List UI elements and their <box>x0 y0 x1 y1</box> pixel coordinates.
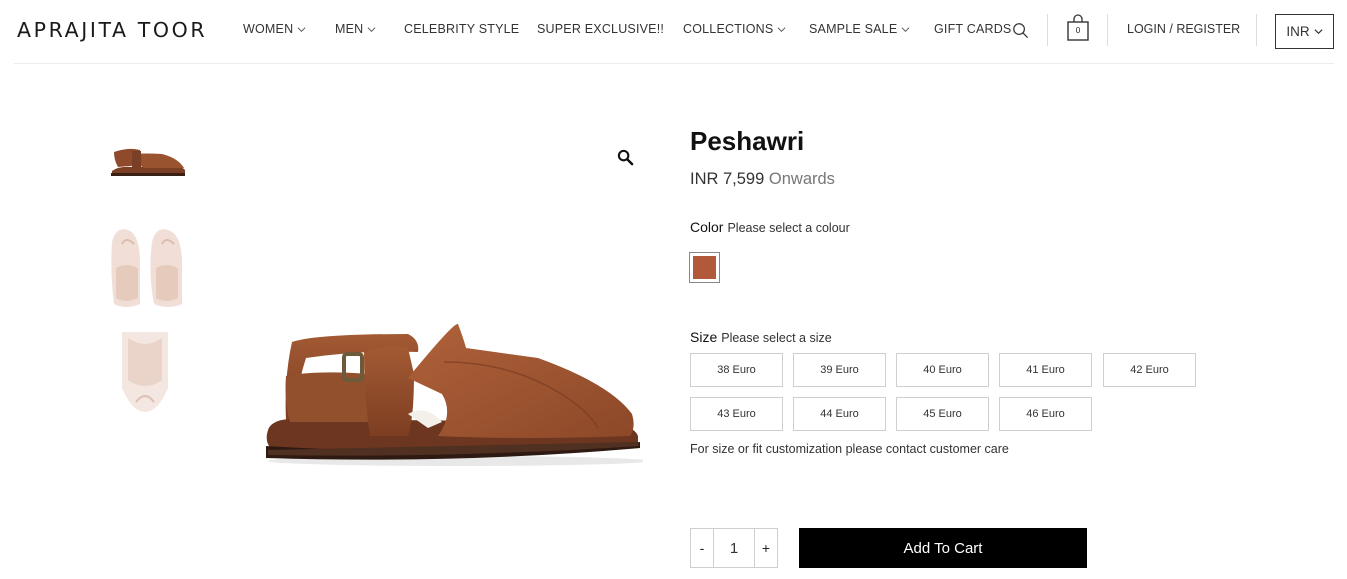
quantity-stepper: - 1 + <box>690 528 778 568</box>
size-option[interactable]: 44 Euro <box>793 397 886 431</box>
nav-item-label: SUPER EXCLUSIVE!! <box>537 22 665 36</box>
thumbnail-front-view[interactable] <box>118 330 172 414</box>
quantity-decrease-button[interactable]: - <box>691 529 713 567</box>
magnifier-icon[interactable] <box>617 149 634 166</box>
size-label: Size <box>690 329 718 345</box>
price-suffix: Onwards <box>768 170 835 188</box>
size-option[interactable]: 45 Euro <box>896 397 989 431</box>
size-option[interactable]: 46 Euro <box>999 397 1092 431</box>
add-to-cart-button[interactable]: Add To Cart <box>799 528 1087 568</box>
nav-item-super-exclusive[interactable]: SUPER EXCLUSIVE!! <box>537 22 664 36</box>
currency-select[interactable]: INR <box>1275 14 1334 49</box>
chevron-down-icon <box>777 26 786 32</box>
size-option[interactable]: 42 Euro <box>1103 353 1196 387</box>
color-swatch-fill <box>693 256 716 279</box>
product-price: INR 7,599 Onwards <box>690 170 835 189</box>
size-customization-note: For size or fit customization please con… <box>690 442 1009 456</box>
size-option[interactable]: 39 Euro <box>793 353 886 387</box>
currency-value: INR <box>1286 24 1310 39</box>
nav-item-gift-cards[interactable]: GIFT CARDS <box>934 22 1011 36</box>
nav-item-collections[interactable]: COLLECTIONS <box>683 22 786 36</box>
quantity-input[interactable]: 1 <box>713 529 755 567</box>
nav-item-celebrity-style[interactable]: CELEBRITY STYLE <box>404 22 519 36</box>
product-main-image <box>266 323 643 466</box>
nav-item-women[interactable]: WOMEN <box>243 22 306 36</box>
search-icon[interactable] <box>1012 22 1029 39</box>
chevron-down-icon <box>1314 29 1323 35</box>
size-hint: Please select a size <box>721 331 832 345</box>
chevron-down-icon <box>901 26 910 32</box>
color-label: Color <box>690 219 724 235</box>
nav-item-men[interactable]: MEN <box>335 22 376 36</box>
color-field-label: Color Please select a colour <box>690 219 850 235</box>
brand-logo[interactable]: APRAJITA TOOR <box>17 18 207 42</box>
price-value: INR 7,599 <box>690 170 765 188</box>
nav-divider <box>1107 14 1108 46</box>
nav-item-label: WOMEN <box>243 22 294 36</box>
nav-item-label: MEN <box>335 22 364 36</box>
size-option[interactable]: 43 Euro <box>690 397 783 431</box>
chevron-down-icon <box>297 26 306 32</box>
nav-item-label: CELEBRITY STYLE <box>404 22 520 36</box>
header-divider <box>14 63 1334 64</box>
site-header: APRAJITA TOOR WOMEN MEN CELEBRITY STYLE … <box>0 0 1347 64</box>
nav-divider <box>1256 14 1257 46</box>
nav-item-label: COLLECTIONS <box>683 22 774 36</box>
cart-count: 0 <box>1075 26 1081 35</box>
thumbnail-side-view[interactable] <box>108 138 188 180</box>
color-hint: Please select a colour <box>727 221 850 235</box>
quantity-increase-button[interactable]: + <box>755 529 777 567</box>
login-register-link[interactable]: LOGIN / REGISTER <box>1127 22 1240 36</box>
size-option[interactable]: 41 Euro <box>999 353 1092 387</box>
chevron-down-icon <box>367 26 376 32</box>
thumbnail-top-view[interactable] <box>108 224 186 312</box>
size-field-label: Size Please select a size <box>690 329 832 345</box>
size-option[interactable]: 38 Euro <box>690 353 783 387</box>
size-option[interactable]: 40 Euro <box>896 353 989 387</box>
nav-item-sample-sale[interactable]: SAMPLE SALE <box>809 22 910 36</box>
color-swatch[interactable] <box>689 252 720 283</box>
product-title: Peshawri <box>690 126 805 156</box>
nav-item-label: GIFT CARDS <box>934 22 1012 36</box>
nav-divider <box>1047 14 1048 46</box>
nav-item-label: SAMPLE SALE <box>809 22 898 36</box>
